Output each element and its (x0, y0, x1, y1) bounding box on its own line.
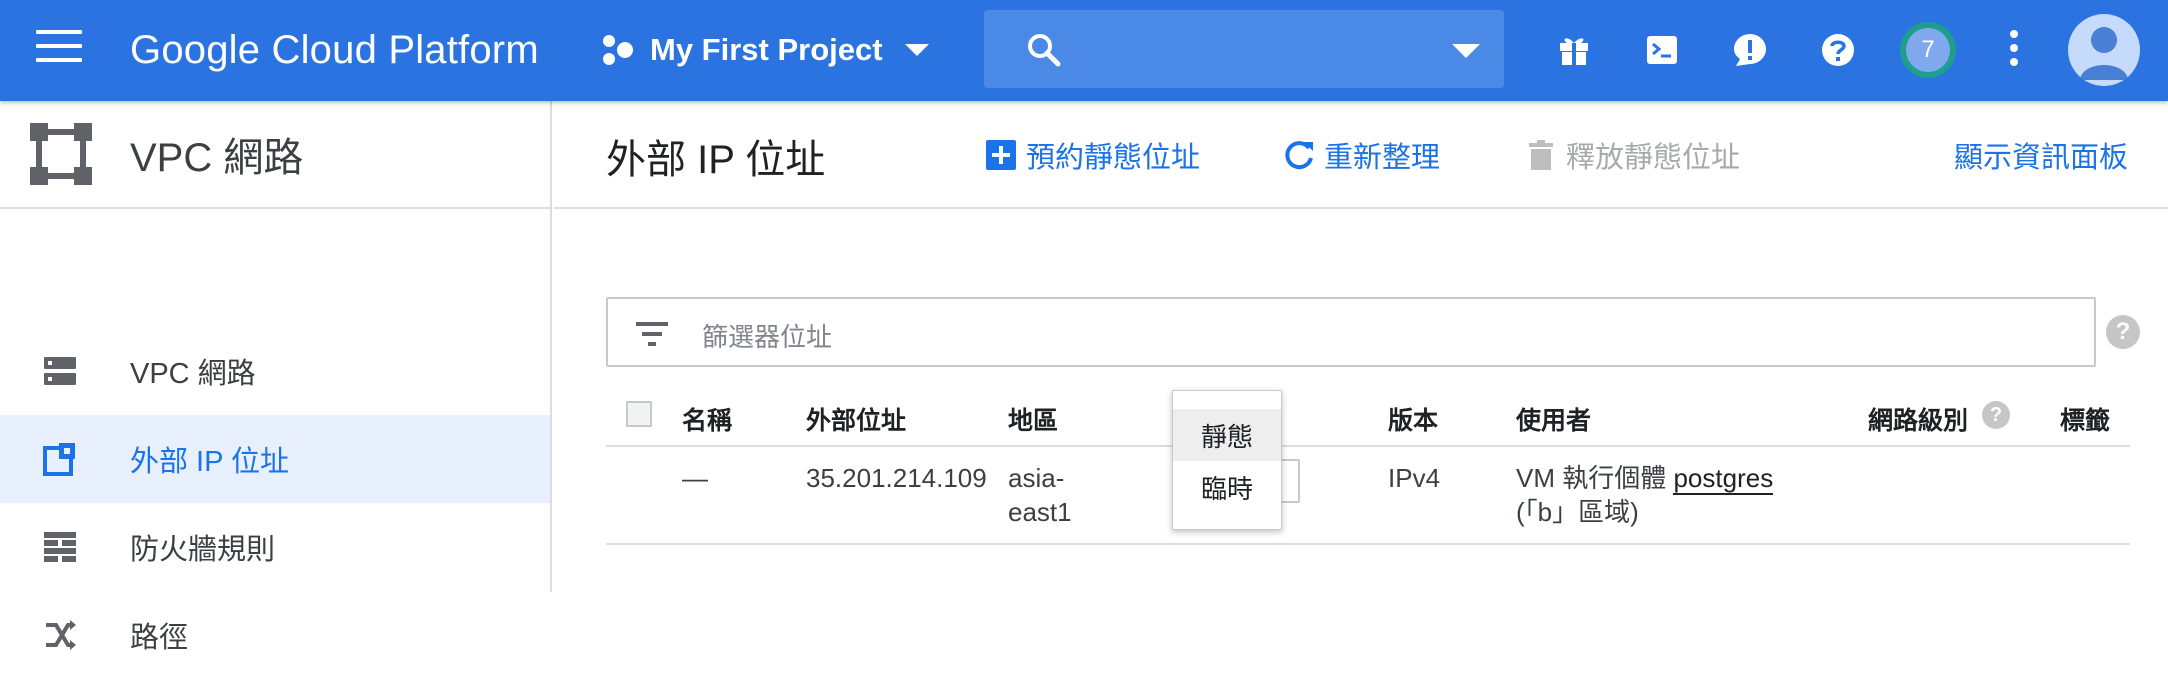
search-icon (1028, 34, 1061, 67)
col-region[interactable]: 地區 (1008, 401, 1058, 437)
option-static[interactable]: 靜態 (1173, 409, 1281, 461)
network-tier-help-icon[interactable]: ? (1982, 401, 2010, 429)
menu-icon[interactable] (36, 30, 82, 70)
sidebar-item-firewall[interactable]: 防火牆規則 (0, 503, 550, 591)
region-line-1: asia- (1008, 463, 1065, 493)
vpc-logo-icon (30, 123, 92, 185)
sidebar-item-label: 路徑 (130, 622, 189, 654)
brand-title[interactable]: Google Cloud Platform (130, 22, 539, 78)
cell-external-address: 35.201.214.109 (806, 463, 987, 493)
search-dropdown-icon[interactable] (1452, 44, 1480, 58)
filter-icon (636, 322, 668, 346)
notifications-badge[interactable]: 7 (1900, 22, 1956, 78)
cell-version: IPv4 (1388, 463, 1441, 493)
filter-placeholder: 篩選器位址 (702, 322, 833, 352)
project-icon (603, 35, 633, 65)
sidebar-item-label: 防火牆規則 (130, 534, 276, 566)
used-by-suffix: (「b」區域) (1516, 497, 1639, 527)
routes-icon (46, 620, 76, 650)
reserve-static-address-button[interactable]: 預約靜態位址 (984, 131, 1200, 179)
user-icon (2080, 27, 2128, 80)
postgres-instance-link[interactable]: postgres (1673, 463, 1774, 495)
external-ip-icon (43, 443, 75, 476)
refresh-label: 重新整理 (1324, 142, 1441, 174)
notification-count: 7 (1906, 28, 1950, 72)
refresh-button[interactable]: 重新整理 (1282, 131, 1440, 179)
info-panel-label: 顯示資訊面板 (1954, 142, 2129, 174)
top-bar: Google Cloud Platform My First Project 7 (0, 0, 2168, 101)
project-name: My First Project (650, 32, 883, 67)
firewall-icon (44, 532, 76, 562)
main-content: 外部 IP 位址 預約靜態位址 重新整理 釋放靜態位址 顯示資訊面板 篩選器位址… (554, 101, 2168, 592)
release-label: 釋放靜態位址 (1566, 142, 1741, 174)
filter-input[interactable]: 篩選器位址 (606, 297, 2096, 367)
sidebar-item-label: 外部 IP 位址 (130, 446, 289, 478)
cell-name: — (682, 463, 708, 493)
sidebar-item-external-ip[interactable]: 外部 IP 位址 (0, 415, 550, 503)
col-external-address[interactable]: 外部位址 (806, 401, 906, 437)
show-info-panel-button[interactable]: 顯示資訊面板 (1954, 131, 2128, 179)
col-used-by[interactable]: 使用者 (1516, 401, 1591, 437)
gift-icon[interactable] (1548, 24, 1600, 76)
region-line-2: east1 (1008, 497, 1072, 527)
cell-used-by: VM 執行個體 postgres (「b」區域) (1516, 461, 1774, 529)
col-network-tier[interactable]: 網路級別 (1868, 401, 1968, 437)
help-icon[interactable] (1812, 24, 1864, 76)
col-version[interactable]: 版本 (1388, 401, 1438, 437)
feedback-icon[interactable] (1724, 24, 1776, 76)
sidebar-item-routes[interactable]: 路徑 (0, 591, 550, 679)
page-title: 外部 IP 位址 (606, 138, 826, 182)
release-static-address-button[interactable]: 釋放靜態位址 (1524, 131, 1740, 179)
cloud-shell-icon[interactable] (1636, 24, 1688, 76)
type-dropdown-menu: 靜態 臨時 (1172, 390, 1282, 530)
sidebar: VPC 網路 VPC 網路 外部 IP 位址 防火牆規則 路徑 (0, 101, 552, 654)
avatar[interactable] (2068, 14, 2140, 86)
reserve-label: 預約靜態位址 (1026, 142, 1201, 174)
option-ephemeral[interactable]: 臨時 (1173, 461, 1281, 513)
more-vert-icon[interactable] (2004, 30, 2024, 70)
col-name[interactable]: 名稱 (682, 401, 732, 437)
sidebar-header: VPC 網路 (0, 101, 550, 209)
filter-help-icon[interactable]: ? (2106, 315, 2140, 349)
cell-region: asia- east1 (1008, 461, 1072, 529)
vpc-network-icon (44, 357, 76, 385)
sidebar-item-vpc-network[interactable]: VPC 網路 (0, 327, 550, 415)
add-box-icon (986, 140, 1016, 170)
action-bar: 外部 IP 位址 預約靜態位址 重新整理 釋放靜態位址 顯示資訊面板 (554, 101, 2168, 209)
search-bar[interactable] (984, 10, 1504, 88)
sidebar-item-label: VPC 網路 (130, 358, 256, 390)
used-by-prefix: VM 執行個體 (1516, 463, 1667, 493)
project-selector[interactable]: My First Project (600, 22, 929, 78)
table-row: — 35.201.214.109 asia- east1 IPv4 VM 執行個… (606, 447, 2130, 545)
chevron-down-icon (904, 44, 929, 56)
sidebar-title: VPC 網路 (130, 136, 304, 180)
col-labels[interactable]: 標籤 (2060, 401, 2110, 437)
refresh-icon (1285, 141, 1313, 170)
select-all-checkbox[interactable] (626, 401, 652, 427)
trash-icon (1529, 140, 1553, 170)
table-header: 名稱 外部位址 地區 版本 使用者 網路級別 ? 標籤 (606, 383, 2130, 447)
